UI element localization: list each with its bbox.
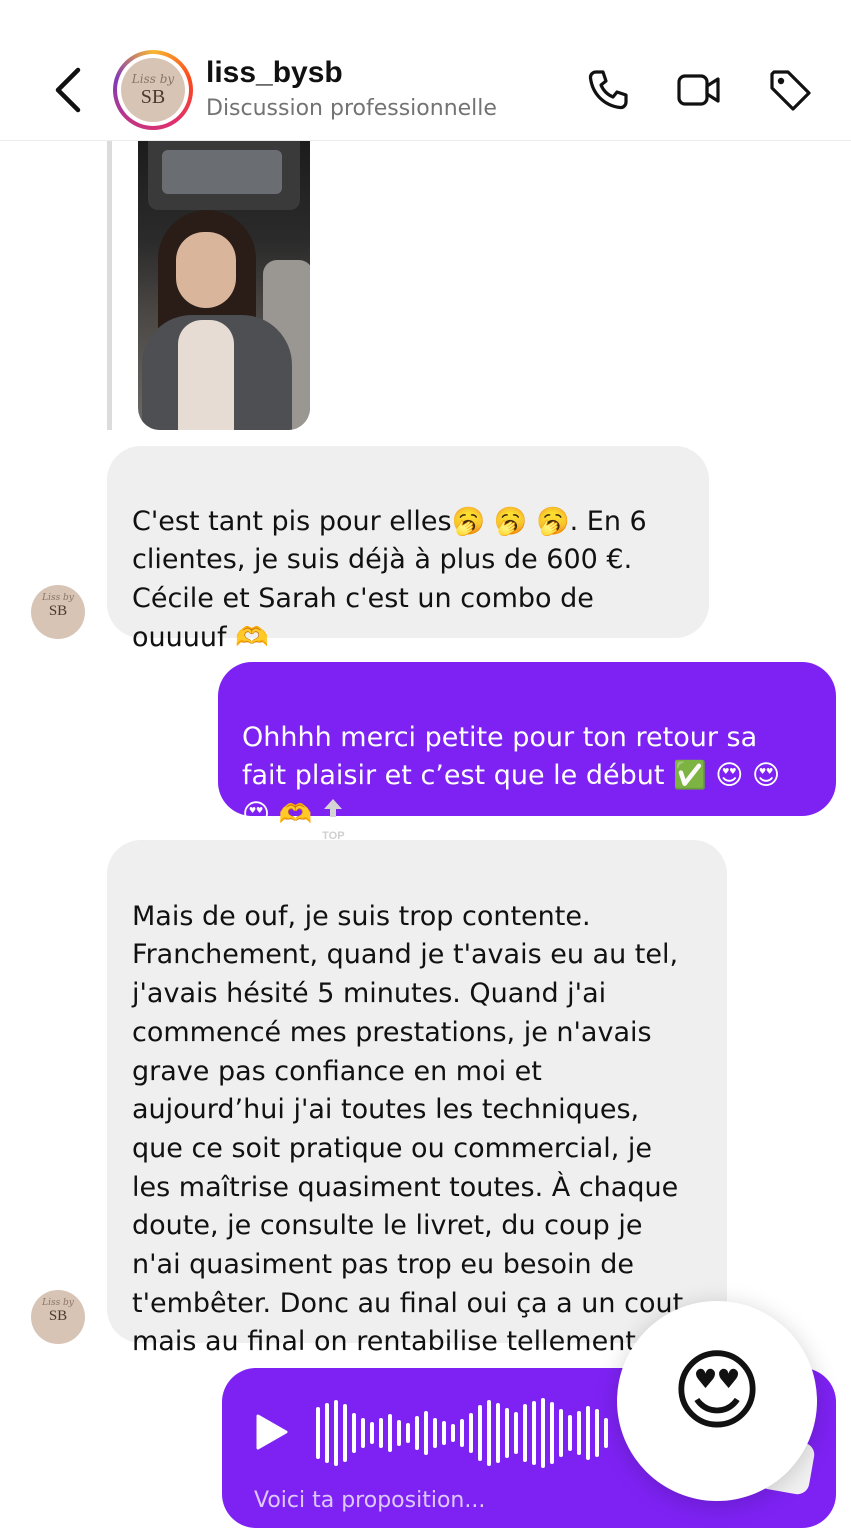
logo-initials: SB (48, 1308, 68, 1324)
incoming-message[interactable]: C'est tant pis pour elles🥱 🥱 🥱. En 6 cli… (107, 446, 709, 653)
play-icon[interactable] (254, 1412, 290, 1452)
waveform-bar (370, 1422, 374, 1444)
message-text: clientes, je suis déjà à plus de 600 €. … (132, 544, 633, 653)
waveform-bar (505, 1408, 509, 1458)
outgoing-message[interactable]: Ohhhh merci petite pour ton retour sa fa… (218, 662, 836, 842)
waveform-bar (478, 1405, 482, 1461)
waveform-bar (451, 1424, 455, 1442)
logo-script-text: Liss by (42, 1298, 74, 1308)
message-text: Mais de ouf, je suis trop contente. Fran… (132, 900, 684, 1358)
audio-waveform[interactable] (314, 1396, 614, 1470)
waveform-bar (568, 1415, 572, 1451)
waveform-bar (442, 1421, 446, 1445)
waveform-bar (550, 1402, 554, 1464)
reaction-circle[interactable]: 😍 (617, 1301, 817, 1501)
waveform-bar (496, 1403, 500, 1463)
waveform-bar (397, 1420, 401, 1446)
logo-script-text: Liss by (42, 593, 74, 603)
story-thumbnail[interactable] (138, 140, 310, 430)
waveform-bar (388, 1414, 392, 1452)
logo-initials: SB (140, 86, 166, 108)
incoming-message[interactable]: Mais de ouf, je suis trop contente. Fran… (107, 840, 727, 1357)
waveform-bar (532, 1401, 536, 1465)
waveform-bar (433, 1418, 437, 1448)
waveform-bar (334, 1400, 338, 1466)
waveform-bar (352, 1413, 356, 1453)
chat-header: Liss by SB liss_bysb Discussion professi… (0, 0, 851, 141)
logo-script-text: Liss by (131, 72, 175, 86)
top-arrow-icon (324, 798, 343, 817)
top-emoji: TOP (320, 798, 346, 842)
waveform-bar (424, 1411, 428, 1455)
waveform-bar (541, 1398, 545, 1468)
contact-name[interactable]: liss_bysb (206, 56, 343, 90)
waveform-bar (415, 1416, 419, 1450)
phone-icon[interactable] (584, 66, 632, 114)
waveform-bar (469, 1413, 473, 1453)
message-text: . En 6 (569, 505, 647, 537)
waveform-bar (595, 1409, 599, 1457)
message-text: C'est tant pis pour elles (132, 505, 452, 537)
account-type-label: Discussion professionnelle (206, 96, 497, 121)
profile-avatar[interactable]: Liss by SB (113, 50, 193, 130)
waveform-bar (460, 1419, 464, 1447)
yawning-face-emojis: 🥱 🥱 🥱 (451, 505, 570, 537)
waveform-bar (559, 1409, 563, 1457)
waveform-bar (523, 1404, 527, 1462)
tag-icon[interactable] (766, 66, 814, 114)
logo-initials: SB (48, 603, 68, 619)
heart-eyes-reaction-emoji: 😍 (671, 1339, 763, 1442)
voice-caption: Voici ta proposition... (254, 1488, 486, 1513)
waveform-bar (325, 1403, 329, 1463)
waveform-bar (316, 1407, 320, 1459)
waveform-bar (514, 1412, 518, 1454)
sender-avatar[interactable]: Liss by SB (31, 585, 85, 639)
sender-avatar[interactable]: Liss by SB (31, 1290, 85, 1344)
story-reply-indicator (107, 140, 112, 430)
waveform-bar (343, 1404, 347, 1462)
waveform-bar (577, 1411, 581, 1455)
waveform-bar (487, 1400, 491, 1466)
checkmark-heart-eyes-emojis: ✅ 😍 😍 (673, 760, 781, 792)
waveform-bar (586, 1406, 590, 1460)
video-camera-icon[interactable] (675, 66, 723, 114)
heart-eyes-heart-hands-emojis: 😍 🫶 (242, 799, 313, 831)
waveform-bar (379, 1418, 383, 1448)
waveform-bar (406, 1423, 410, 1443)
brand-logo: Liss by SB (121, 58, 185, 122)
back-arrow-icon[interactable] (48, 62, 92, 118)
waveform-bar (604, 1418, 608, 1448)
heart-hands-emoji: 🫶 (235, 621, 269, 653)
waveform-bar (361, 1418, 365, 1448)
